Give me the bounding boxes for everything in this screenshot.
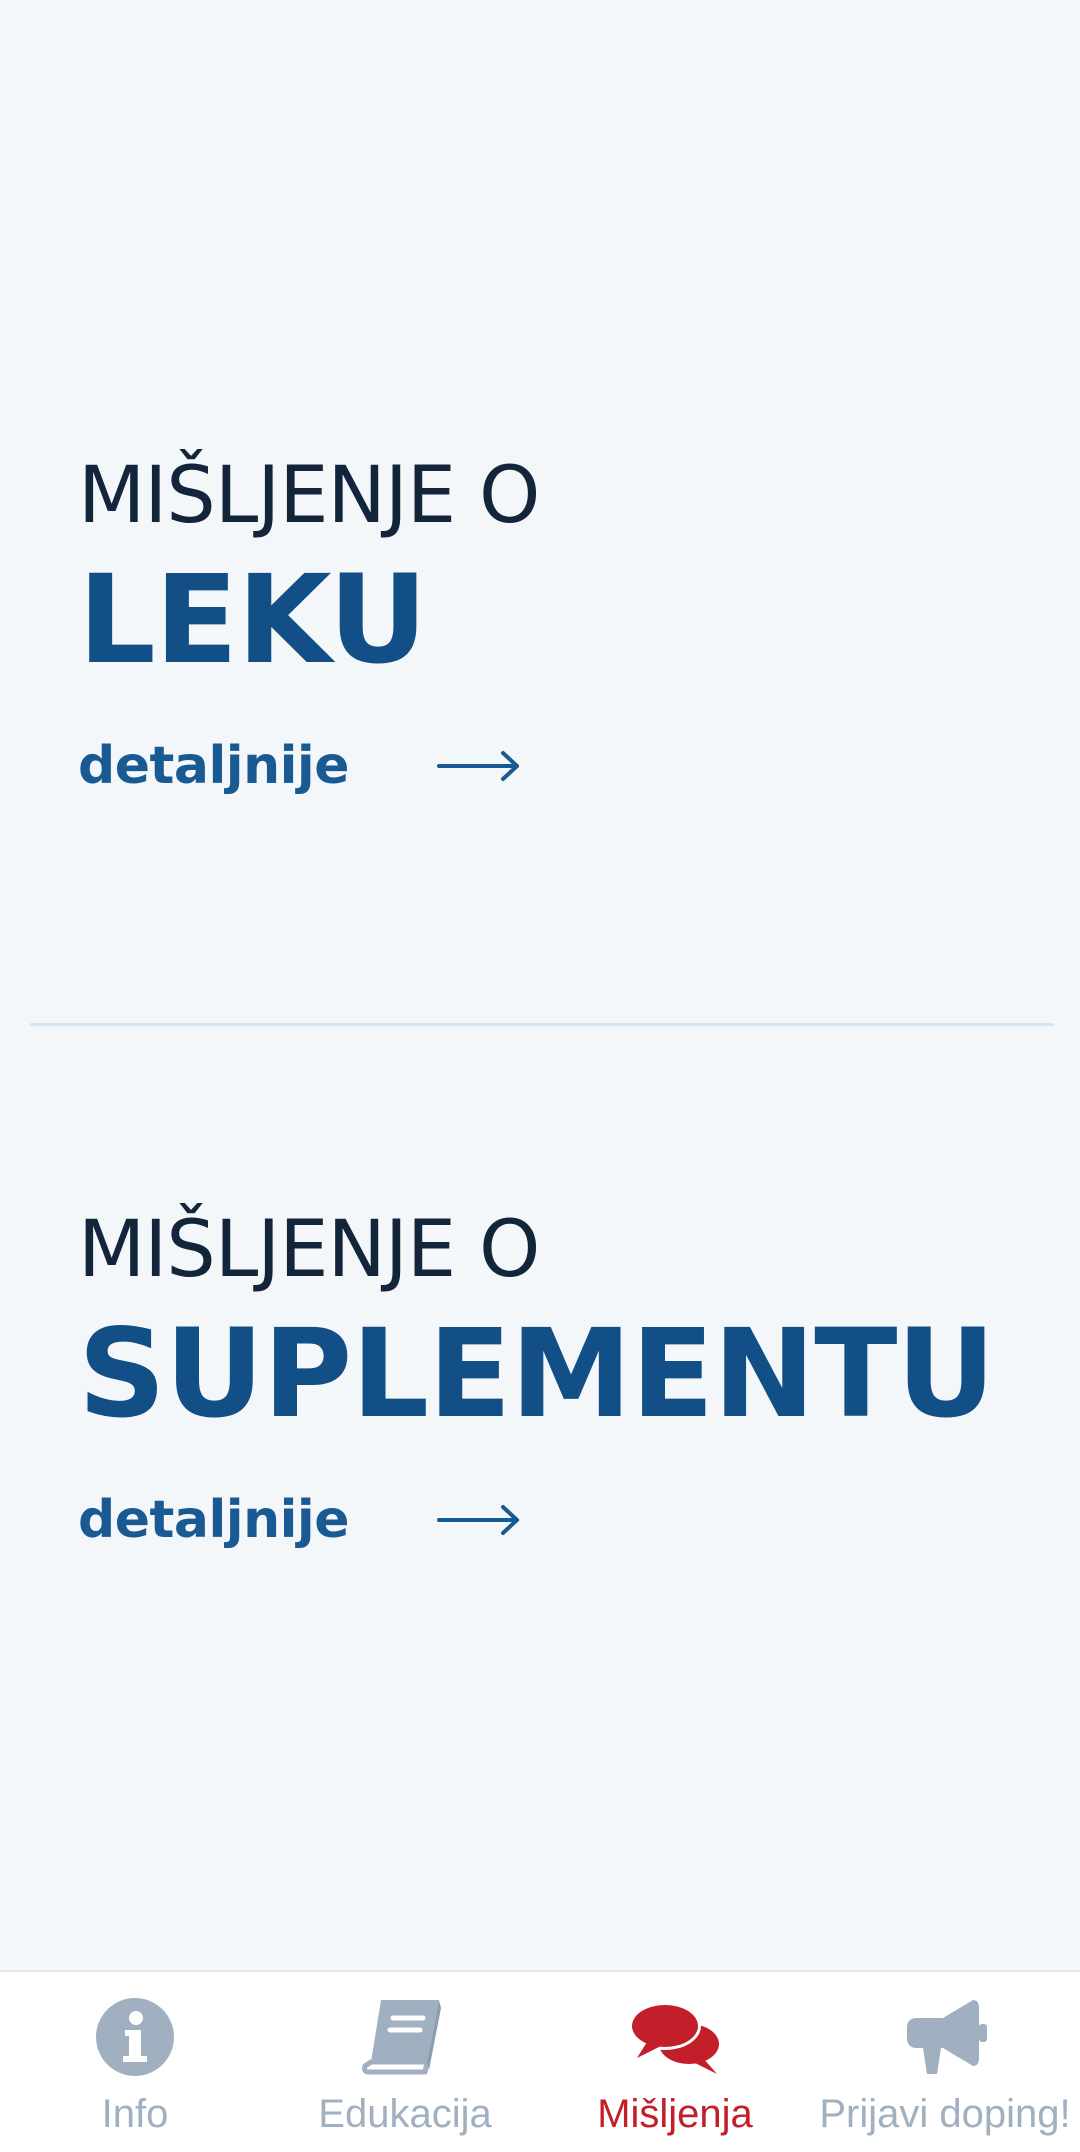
tab-misljenja[interactable]: Mišljenja (540, 1972, 810, 2152)
details-link-label: detaljnije (78, 1490, 350, 1550)
opinions-content: MIŠLJENJE O LEKU detaljnije MIŠLJENJE O … (0, 0, 1080, 1970)
megaphone-icon (907, 2000, 987, 2074)
book-icon (362, 2000, 441, 2075)
supplement-opinion-details-link[interactable]: detaljnije (78, 1488, 995, 1552)
tab-info-label: Info (101, 2092, 169, 2136)
tab-edukacija-label: Edukacija (318, 2092, 492, 2136)
tab-edukacija[interactable]: Edukacija (270, 1972, 540, 2152)
drug-opinion-card: MIŠLJENJE O LEKU detaljnije (78, 448, 540, 798)
bottom-tab-bar: Info Edukacija Mišljenja Prijavi doping! (0, 1970, 1080, 2152)
tab-info[interactable]: Info (0, 1972, 270, 2152)
arrow-right-icon (437, 1505, 520, 1535)
supplement-opinion-section: MIŠLJENJE O SUPLEMENTU detaljnije (0, 1026, 1080, 1970)
drug-opinion-eyebrow: MIŠLJENJE O (78, 451, 540, 541)
drug-opinion-headline: LEKU (78, 549, 428, 691)
chat-bubbles-icon (629, 2002, 719, 2074)
supplement-opinion-headline: SUPLEMENTU (78, 1303, 996, 1445)
tab-misljenja-label: Mišljenja (597, 2092, 753, 2136)
tab-prijavi-doping[interactable]: Prijavi doping! (810, 1972, 1080, 2152)
supplement-opinion-card: MIŠLJENJE O SUPLEMENTU detaljnije (78, 1202, 996, 1552)
details-link-label: detaljnije (78, 736, 350, 796)
arrow-right-icon (437, 751, 520, 781)
drug-opinion-details-link[interactable]: detaljnije (78, 734, 539, 798)
info-icon (96, 1998, 174, 2076)
drug-opinion-section: MIŠLJENJE O LEKU detaljnije (0, 0, 1080, 1024)
supplement-opinion-eyebrow: MIŠLJENJE O (78, 1205, 540, 1295)
app-screen: MIŠLJENJE O LEKU detaljnije MIŠLJENJE O … (0, 0, 1080, 2152)
tab-prijavi-doping-label: Prijavi doping! (819, 2092, 1071, 2136)
